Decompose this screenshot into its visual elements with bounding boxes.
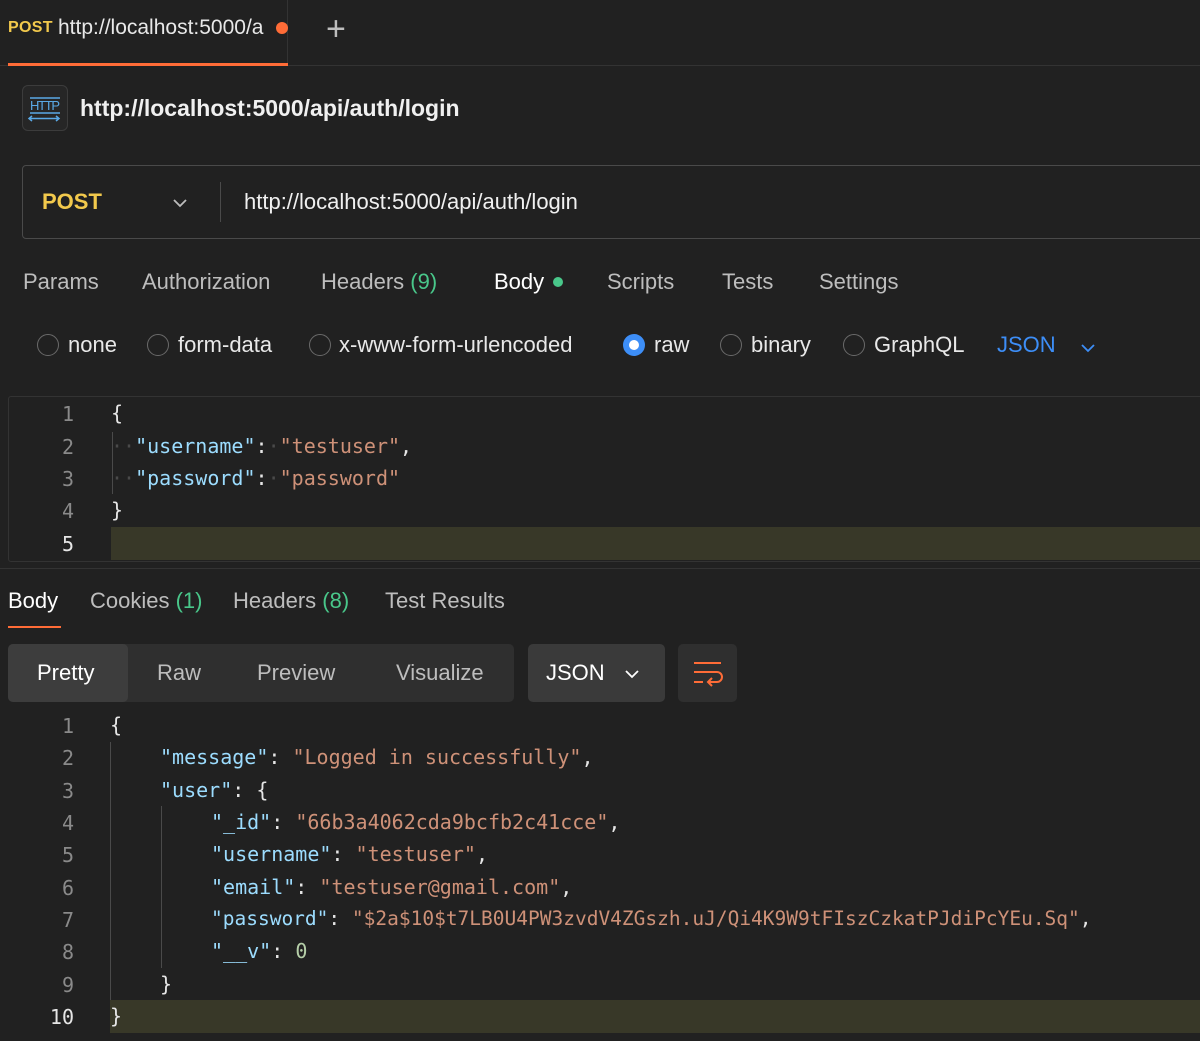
code-line: } <box>111 498 124 522</box>
code-line: "email": "testuser@gmail.com", <box>211 875 573 899</box>
line-number: 5 <box>61 843 74 867</box>
radio-x-www-form-urlencoded[interactable] <box>309 334 331 356</box>
line-number: 10 <box>49 1005 74 1029</box>
method-select[interactable]: POST <box>42 189 102 215</box>
radio-form-data[interactable] <box>147 334 169 356</box>
line-number: 6 <box>61 876 74 900</box>
response-tab-cookies-label: Cookies <box>90 588 170 613</box>
response-password-value: $2a$10$t7LB0U4PW3zvdV4ZGszh.uJ/Qi4K9W9tF… <box>363 907 1069 930</box>
code-line: "__v": 0 <box>211 939 308 963</box>
section-divider <box>0 568 1200 569</box>
view-visualize-button[interactable]: Visualize <box>396 660 484 686</box>
code-line: "_id": "66b3a4062cda9bcfb2c41cce", <box>211 810 621 834</box>
tab-scripts[interactable]: Scripts <box>607 269 674 295</box>
url-input[interactable]: http://localhost:5000/api/auth/login <box>244 189 578 215</box>
view-raw-button[interactable]: Raw <box>157 660 201 686</box>
response-email-value: testuser@gmail.com <box>331 875 549 899</box>
code-line: } <box>110 1004 123 1028</box>
view-preview-button[interactable]: Preview <box>257 660 335 686</box>
line-number: 9 <box>61 973 74 997</box>
radio-binary[interactable] <box>720 334 742 356</box>
code-line: ··"password":·"password" <box>111 466 401 490</box>
current-line-highlight <box>110 1000 1200 1033</box>
url-bar-divider <box>220 182 221 222</box>
code-line: "username": "testuser", <box>211 842 488 866</box>
line-number: 8 <box>61 940 74 964</box>
response-format-label[interactable]: JSON <box>546 660 605 686</box>
wrap-lines-icon <box>678 662 737 706</box>
response-message-value: Logged in successfully <box>304 745 570 769</box>
radio-none[interactable] <box>37 334 59 356</box>
url-bar <box>22 165 1200 239</box>
indent-guide <box>161 806 162 968</box>
radio-x-www-form-urlencoded-label[interactable]: x-www-form-urlencoded <box>339 332 573 358</box>
http-request-icon: HTTP <box>22 85 68 131</box>
code-line: "message": "Logged in successfully", <box>160 745 594 769</box>
indent-guide <box>110 742 111 1000</box>
response-tab-test-results[interactable]: Test Results <box>385 588 505 614</box>
code-line: } <box>160 972 173 996</box>
line-number: 4 <box>61 499 74 523</box>
request-title[interactable]: http://localhost:5000/api/auth/login <box>80 95 460 122</box>
tab-method-label: POST <box>8 19 53 36</box>
tab-headers-count: (9) <box>410 269 438 294</box>
current-line-highlight <box>111 527 1200 560</box>
code-line: ··"username":·"testuser", <box>111 434 413 458</box>
code-line: { <box>111 401 124 425</box>
line-number: 2 <box>61 435 74 459</box>
response-v-value: 0 <box>295 939 308 963</box>
line-number: 1 <box>61 714 74 738</box>
line-number: 3 <box>61 779 74 803</box>
tab-authorization[interactable]: Authorization <box>142 269 270 295</box>
line-number: 5 <box>61 532 74 556</box>
line-number: 2 <box>61 746 74 770</box>
wrap-lines-button[interactable] <box>678 644 737 702</box>
radio-raw-label[interactable]: raw <box>654 332 689 358</box>
tab-body[interactable]: Body <box>494 269 544 295</box>
radio-binary-label[interactable]: binary <box>751 332 811 358</box>
response-tab-cookies-count: (1) <box>175 588 203 613</box>
radio-graphql[interactable] <box>843 334 865 356</box>
code-line: "user": { <box>160 778 269 802</box>
response-tab-headers-count: (8) <box>322 588 350 613</box>
body-status-dot <box>553 277 563 287</box>
radio-graphql-label[interactable]: GraphQL <box>874 332 965 358</box>
chevron-down-icon[interactable] <box>170 193 190 218</box>
unsaved-changes-dot <box>276 22 288 34</box>
view-pretty-label[interactable]: Pretty <box>37 660 94 686</box>
radio-raw[interactable] <box>623 334 645 356</box>
response-tab-body[interactable]: Body <box>8 588 58 614</box>
line-number: 1 <box>61 402 74 426</box>
tab-url-label: http://localhost:5000/a <box>58 16 264 39</box>
line-number: 7 <box>61 908 74 932</box>
response-tab-cookies[interactable]: Cookies (1) <box>90 588 203 614</box>
body-language-select[interactable]: JSON <box>997 332 1056 358</box>
code-line: "password": "$2a$10$t7LB0U4PW3zvdV4ZGszh… <box>211 907 1092 930</box>
chevron-down-icon[interactable] <box>622 664 642 689</box>
line-number: 4 <box>61 811 74 835</box>
plus-icon[interactable]: + <box>326 12 346 46</box>
tab-tests[interactable]: Tests <box>722 269 773 295</box>
active-tab-indicator <box>8 63 288 66</box>
line-number: 3 <box>61 467 74 491</box>
tab-params[interactable]: Params <box>23 269 99 295</box>
tab-headers[interactable]: Headers (9) <box>321 269 437 295</box>
code-line: { <box>110 713 123 737</box>
response-tab-headers-label: Headers <box>233 588 317 613</box>
active-tab-indicator <box>8 626 61 628</box>
tab-headers-label: Headers <box>321 269 405 294</box>
response-id-value: 66b3a4062cda9bcfb2c41cce <box>307 810 597 834</box>
radio-none-label[interactable]: none <box>68 332 117 358</box>
response-tab-headers[interactable]: Headers (8) <box>233 588 349 614</box>
response-username-value: testuser <box>367 842 464 866</box>
svg-text:HTTP: HTTP <box>30 98 60 113</box>
tab-settings[interactable]: Settings <box>819 269 899 295</box>
radio-form-data-label[interactable]: form-data <box>178 332 272 358</box>
chevron-down-icon[interactable] <box>1078 338 1098 363</box>
